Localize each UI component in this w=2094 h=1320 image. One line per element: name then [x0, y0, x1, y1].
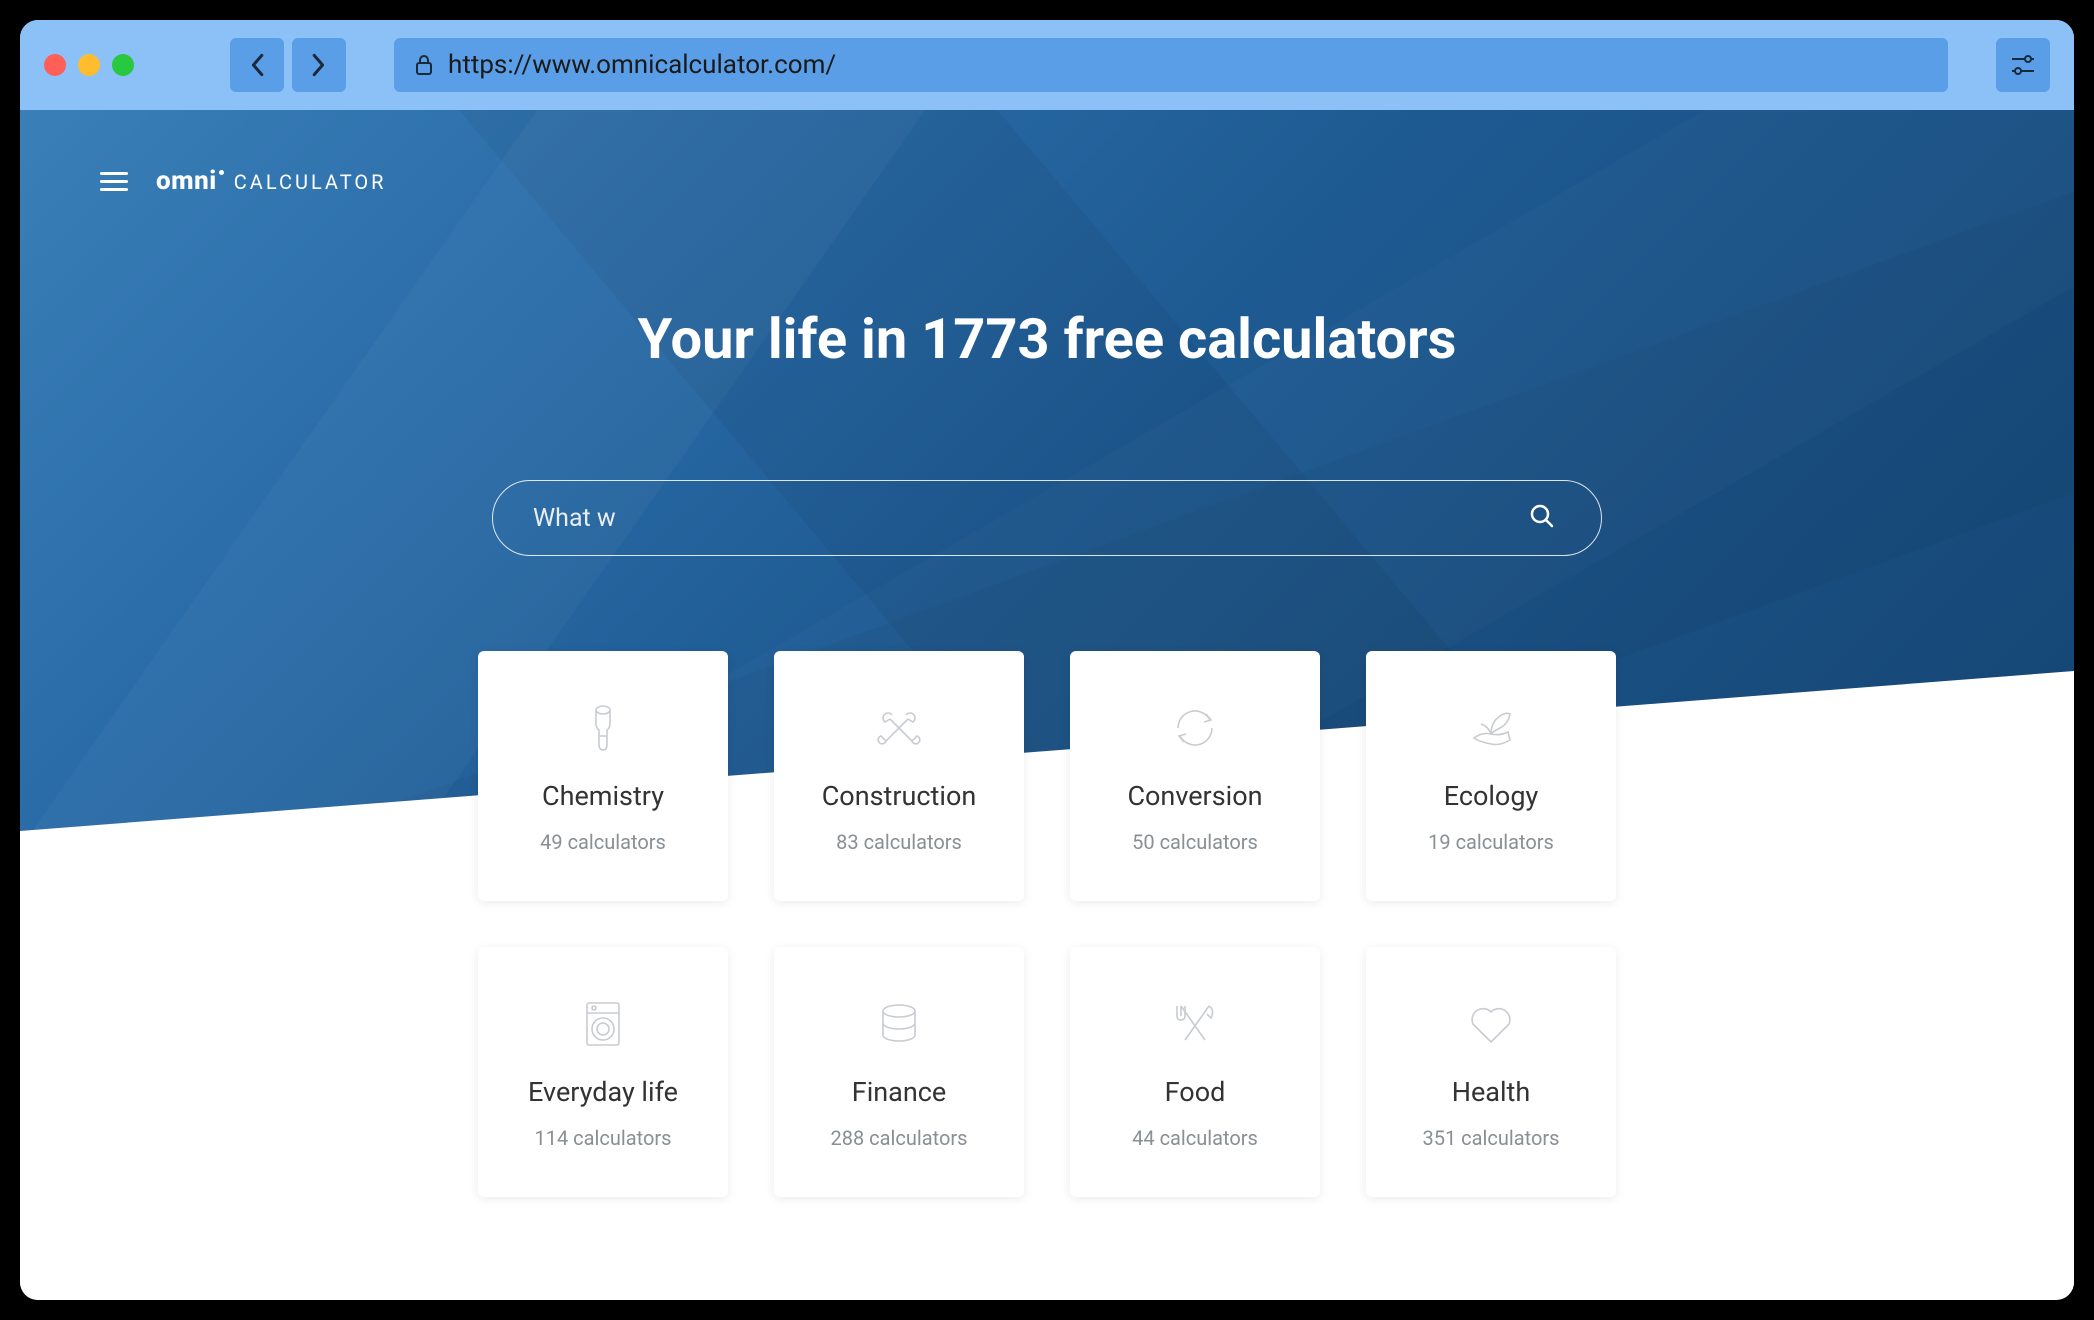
nav-buttons — [230, 38, 346, 92]
category-count: 83 calculators — [836, 830, 962, 854]
category-count: 19 calculators — [1428, 830, 1554, 854]
logo-dot-icon — [219, 170, 224, 175]
category-title: Conversion — [1127, 780, 1262, 812]
conversion-icon — [1170, 698, 1220, 758]
category-grid: Chemistry 49 calculators Construction 83… — [478, 651, 1616, 1197]
category-count: 114 calculators — [535, 1126, 672, 1150]
category-title: Everyday life — [528, 1076, 678, 1108]
chemistry-icon — [585, 698, 621, 758]
category-card-conversion[interactable]: Conversion 50 calculators — [1070, 651, 1320, 901]
category-count: 50 calculators — [1132, 830, 1258, 854]
category-card-health[interactable]: Health 351 calculators — [1366, 947, 1616, 1197]
sliders-icon — [2010, 54, 2036, 76]
chevron-right-icon — [311, 53, 327, 77]
category-card-chemistry[interactable]: Chemistry 49 calculators — [478, 651, 728, 901]
search-button[interactable] — [1523, 497, 1561, 539]
site-logo[interactable]: omni CALCULATOR — [156, 166, 386, 196]
category-title: Construction — [822, 780, 977, 812]
category-count: 351 calculators — [1423, 1126, 1560, 1150]
search-icon — [1529, 503, 1555, 529]
search-input[interactable] — [533, 504, 1523, 533]
lock-icon — [414, 53, 434, 77]
category-title: Chemistry — [542, 780, 664, 812]
category-card-finance[interactable]: Finance 288 calculators — [774, 947, 1024, 1197]
close-window-button[interactable] — [44, 54, 66, 76]
url-text: https://www.omnicalculator.com/ — [448, 50, 836, 80]
health-icon — [1467, 994, 1515, 1054]
window-controls — [44, 54, 134, 76]
category-card-ecology[interactable]: Ecology 19 calculators — [1366, 651, 1616, 901]
category-title: Food — [1165, 1076, 1226, 1108]
hero-headline: Your life in 1773 free calculators — [20, 306, 2074, 372]
minimize-window-button[interactable] — [78, 54, 100, 76]
chevron-left-icon — [249, 53, 265, 77]
browser-window: https://www.omnicalculator.com/ omni — [20, 20, 2074, 1300]
category-title: Ecology — [1444, 780, 1539, 812]
search-bar[interactable] — [492, 480, 1602, 556]
logo-brand: omni — [156, 166, 217, 196]
site-header: omni CALCULATOR — [20, 110, 2074, 196]
food-icon — [1171, 994, 1219, 1054]
category-count: 44 calculators — [1132, 1126, 1258, 1150]
finance-icon — [877, 994, 921, 1054]
forward-button[interactable] — [292, 38, 346, 92]
category-title: Health — [1452, 1076, 1531, 1108]
menu-button[interactable] — [100, 172, 128, 191]
browser-chrome: https://www.omnicalculator.com/ — [20, 20, 2074, 110]
category-card-food[interactable]: Food 44 calculators — [1070, 947, 1320, 1197]
construction-icon — [874, 698, 924, 758]
page-viewport: omni CALCULATOR Your life in 1773 free c… — [20, 110, 2074, 1300]
back-button[interactable] — [230, 38, 284, 92]
ecology-icon — [1464, 698, 1518, 758]
category-card-everyday-life[interactable]: Everyday life 114 calculators — [478, 947, 728, 1197]
category-count: 288 calculators — [831, 1126, 968, 1150]
category-count: 49 calculators — [540, 830, 666, 854]
category-title: Finance — [852, 1076, 946, 1108]
category-card-construction[interactable]: Construction 83 calculators — [774, 651, 1024, 901]
everyday-icon — [581, 994, 625, 1054]
maximize-window-button[interactable] — [112, 54, 134, 76]
logo-suffix: CALCULATOR — [234, 170, 387, 194]
browser-settings-button[interactable] — [1996, 38, 2050, 92]
address-bar[interactable]: https://www.omnicalculator.com/ — [394, 38, 1948, 92]
hamburger-icon — [100, 172, 128, 175]
